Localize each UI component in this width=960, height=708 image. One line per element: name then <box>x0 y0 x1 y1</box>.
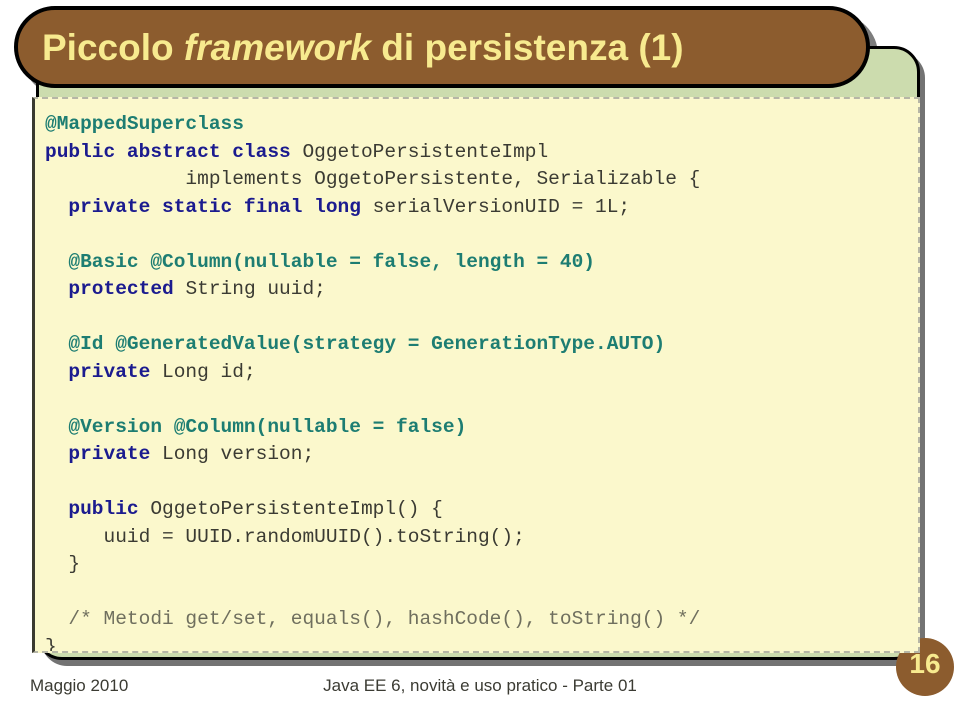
code-line: private Long version; <box>45 441 918 469</box>
code-line: @Version @Column(nullable = false) <box>45 414 918 442</box>
code-token-txt: Long version; <box>162 443 315 465</box>
slide-title-suffix: di persistenza (1) <box>371 26 684 68</box>
code-token-ann: @MappedSuperclass <box>45 113 244 135</box>
code-line: @MappedSuperclass <box>45 111 918 139</box>
code-token-txt: OggetoPersistenteImpl <box>302 140 549 163</box>
footer: Maggio 2010 Java EE 6, novità e uso prat… <box>0 676 960 708</box>
code-token-txt: String uuid; <box>185 278 326 300</box>
code-listing: @MappedSuperclass public abstract class O… <box>45 111 918 653</box>
code-line: @Id @GeneratedValue(strategy = Generatio… <box>45 331 918 359</box>
page-title: Piccolo framework di persistenza (1) <box>42 29 684 66</box>
code-token-kw: private <box>45 443 163 465</box>
code-token-txt: } <box>45 553 81 575</box>
code-token-txt: serialVersionUID = 1L; <box>372 195 631 218</box>
slide-number-label: 16 <box>909 648 941 679</box>
code-token-kw: protected <box>45 278 186 300</box>
code-token-txt: Long id; <box>162 360 256 383</box>
code-line: protected String uuid; <box>45 276 918 304</box>
code-token-txt: } <box>45 635 57 653</box>
code-token-kw: private <box>45 360 163 383</box>
slide-title-prefix: Piccolo <box>42 26 184 68</box>
code-token-ann: @Version @Column(nullable = false) <box>45 415 467 438</box>
code-token-ann: @Basic @Column(nullable = false, length … <box>45 250 595 273</box>
code-token-txt: OggetoPersistenteImpl() { <box>150 498 443 520</box>
code-block: @MappedSuperclass public abstract class O… <box>32 97 920 653</box>
code-token-txt: uuid = UUID.randomUUID().toString(); <box>45 525 525 548</box>
slide-title-emphasis: framework <box>183 26 372 68</box>
code-token-kw: public abstract class <box>45 140 303 163</box>
code-token-kw: private static final long <box>45 195 373 218</box>
code-token-ann: @Id @GeneratedValue(strategy = Generatio… <box>45 333 666 355</box>
code-line: } <box>45 634 918 653</box>
slide-title-bar: Piccolo framework di persistenza (1) <box>14 6 870 88</box>
code-line: } <box>45 551 918 579</box>
code-line: implements OggetoPersistente, Serializab… <box>45 166 918 194</box>
code-line: public abstract class OggetoPersistenteI… <box>45 139 918 167</box>
code-line: public OggetoPersistenteImpl() { <box>45 496 918 524</box>
code-token-kw: public <box>45 498 151 520</box>
code-line: @Basic @Column(nullable = false, length … <box>45 249 918 277</box>
footer-subject: Java EE 6, novità e uso pratico - Parte … <box>323 676 637 695</box>
code-token-cmt: /* Metodi get/set, equals(), hashCode(),… <box>45 608 701 630</box>
code-line: private Long id; <box>45 359 918 387</box>
code-line: /* Metodi get/set, equals(), hashCode(),… <box>45 606 918 634</box>
code-line: private static final long serialVersionU… <box>45 194 918 222</box>
code-line: uuid = UUID.randomUUID().toString(); <box>45 524 918 552</box>
code-token-txt: implements OggetoPersistente, Serializab… <box>45 168 701 190</box>
